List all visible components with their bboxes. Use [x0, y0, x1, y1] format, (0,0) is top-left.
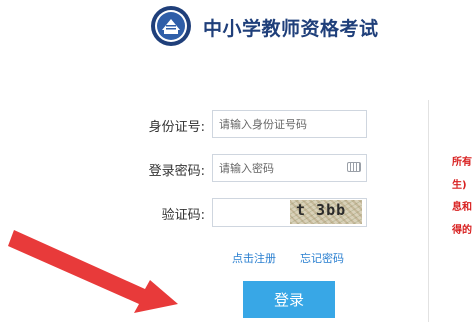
notice-line: 所有	[452, 157, 472, 168]
keyboard-icon[interactable]	[347, 162, 361, 172]
exam-logo-icon	[151, 6, 191, 46]
site-title: 中小学教师资格考试	[203, 18, 379, 40]
password-label: 登录密码:	[148, 164, 205, 179]
register-link[interactable]: 点击注册	[232, 250, 276, 266]
id-number-label: 身份证号:	[148, 120, 205, 135]
vertical-divider	[428, 100, 429, 322]
id-number-input[interactable]	[212, 110, 367, 138]
forgot-password-link[interactable]: 忘记密码	[300, 250, 344, 266]
login-button[interactable]: 登录	[243, 281, 335, 318]
login-page: 中小学教师资格考试 身份证号: 登录密码: 验证码: t 3bb 点击注册 忘记…	[0, 0, 473, 325]
captcha-image[interactable]: t 3bb	[290, 200, 362, 224]
captcha-image-text: t 3bb	[296, 201, 347, 219]
notice-line: 生)	[452, 180, 467, 191]
notice-line: 息和	[452, 202, 472, 213]
captcha-label: 验证码:	[161, 208, 205, 223]
notice-line: 得的	[452, 225, 472, 236]
password-input[interactable]	[212, 154, 367, 182]
